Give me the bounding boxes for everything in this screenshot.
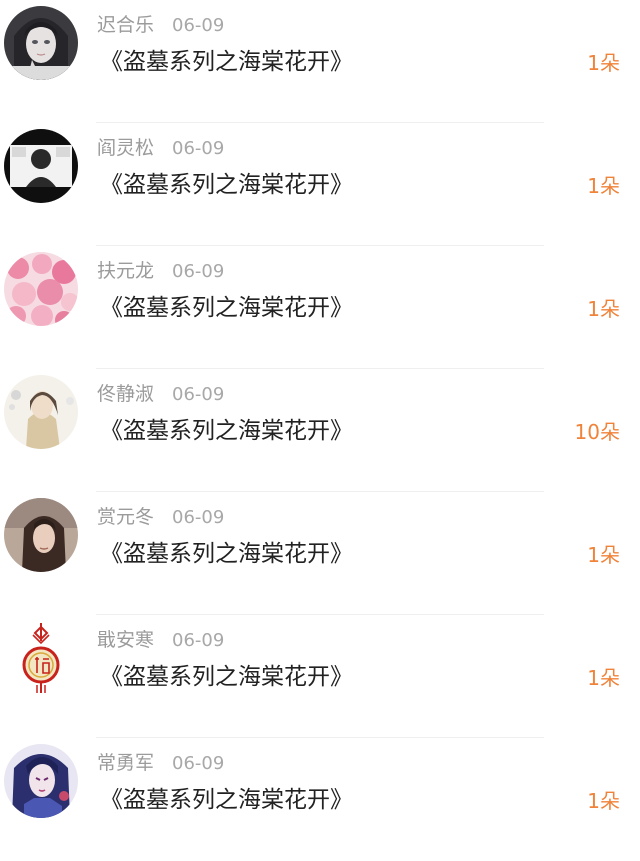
gift-record-list: 迟合乐 06-09 《盗墓系列之海棠花开》 1朵 阎灵松 06-09 《盗墓系列之海… bbox=[0, 0, 640, 861]
woman-portrait-avatar-icon[interactable] bbox=[4, 498, 78, 572]
send-date: 06-09 bbox=[172, 507, 225, 528]
send-date: 06-09 bbox=[172, 753, 225, 774]
anime-girl-avatar-icon[interactable] bbox=[4, 6, 78, 80]
list-item[interactable]: 戢安寒 06-09 《盗墓系列之海棠花开》 1朵 bbox=[0, 615, 640, 738]
sender-name[interactable]: 迟合乐 bbox=[97, 14, 154, 36]
list-item[interactable]: 阎灵松 06-09 《盗墓系列之海棠花开》 1朵 bbox=[0, 123, 640, 246]
book-title[interactable]: 《盗墓系列之海棠花开》 bbox=[100, 782, 353, 818]
list-item[interactable]: 常勇军 06-09 《盗墓系列之海棠花开》 1朵 bbox=[0, 738, 640, 861]
gift-amount: 1朵 bbox=[587, 51, 620, 75]
sender-meta: 戢安寒 06-09 bbox=[97, 627, 224, 653]
list-item[interactable]: 迟合乐 06-09 《盗墓系列之海棠花开》 1朵 bbox=[0, 0, 640, 123]
pink-flowers-avatar-icon[interactable] bbox=[4, 252, 78, 326]
fu-knot-avatar-icon[interactable] bbox=[4, 621, 78, 695]
sender-meta: 阎灵松 06-09 bbox=[97, 135, 224, 161]
sender-name[interactable]: 戢安寒 bbox=[97, 629, 154, 651]
book-title[interactable]: 《盗墓系列之海棠花开》 bbox=[100, 659, 353, 695]
gift-amount: 1朵 bbox=[587, 174, 620, 198]
sender-name[interactable]: 阎灵松 bbox=[97, 137, 154, 159]
book-title[interactable]: 《盗墓系列之海棠花开》 bbox=[100, 413, 353, 449]
send-date: 06-09 bbox=[172, 384, 225, 405]
book-title[interactable]: 《盗墓系列之海棠花开》 bbox=[100, 536, 353, 572]
gift-amount: 1朵 bbox=[587, 666, 620, 690]
list-item[interactable]: 赏元冬 06-09 《盗墓系列之海棠花开》 1朵 bbox=[0, 492, 640, 615]
send-date: 06-09 bbox=[172, 261, 225, 282]
book-title[interactable]: 《盗墓系列之海棠花开》 bbox=[100, 290, 353, 326]
send-date: 06-09 bbox=[172, 15, 225, 36]
send-date: 06-09 bbox=[172, 630, 225, 651]
sender-name[interactable]: 常勇军 bbox=[97, 752, 154, 774]
list-item[interactable]: 扶元龙 06-09 《盗墓系列之海棠花开》 1朵 bbox=[0, 246, 640, 369]
illustrated-girl-avatar-icon[interactable] bbox=[4, 375, 78, 449]
boy-photo-avatar-icon[interactable] bbox=[4, 129, 78, 203]
gift-amount: 10朵 bbox=[574, 420, 620, 444]
list-item[interactable]: 佟静淑 06-09 《盗墓系列之海棠花开》 10朵 bbox=[0, 369, 640, 492]
send-date: 06-09 bbox=[172, 138, 225, 159]
sender-name[interactable]: 佟静淑 bbox=[97, 383, 154, 405]
sender-meta: 佟静淑 06-09 bbox=[97, 381, 224, 407]
book-title[interactable]: 《盗墓系列之海棠花开》 bbox=[100, 44, 353, 80]
book-title[interactable]: 《盗墓系列之海棠花开》 bbox=[100, 167, 353, 203]
sender-meta: 扶元龙 06-09 bbox=[97, 258, 224, 284]
sender-name[interactable]: 扶元龙 bbox=[97, 260, 154, 282]
sender-meta: 常勇军 06-09 bbox=[97, 750, 224, 776]
blue-anime-avatar-icon[interactable] bbox=[4, 744, 78, 818]
sender-name[interactable]: 赏元冬 bbox=[97, 506, 154, 528]
gift-amount: 1朵 bbox=[587, 789, 620, 813]
gift-amount: 1朵 bbox=[587, 297, 620, 321]
sender-meta: 赏元冬 06-09 bbox=[97, 504, 224, 530]
gift-amount: 1朵 bbox=[587, 543, 620, 567]
sender-meta: 迟合乐 06-09 bbox=[97, 12, 224, 38]
